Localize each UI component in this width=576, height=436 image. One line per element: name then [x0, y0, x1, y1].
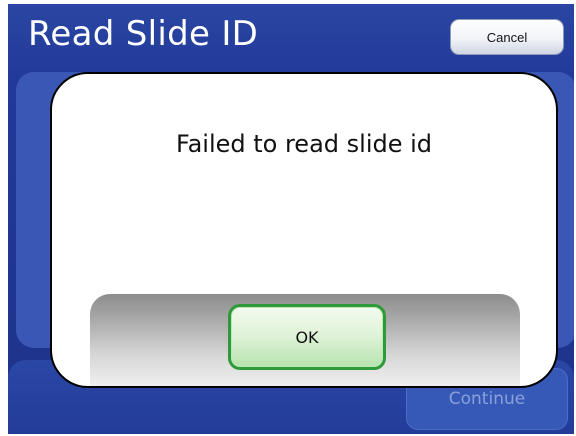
page-title: Read Slide ID [28, 14, 259, 54]
app-screen: Read Slide ID Cancel Continue Failed to … [8, 4, 574, 434]
error-dialog: Failed to read slide id OK [50, 72, 558, 388]
cancel-button[interactable]: Cancel [450, 19, 564, 55]
ok-button[interactable]: OK [228, 304, 386, 370]
dialog-message: Failed to read slide id [175, 130, 433, 158]
